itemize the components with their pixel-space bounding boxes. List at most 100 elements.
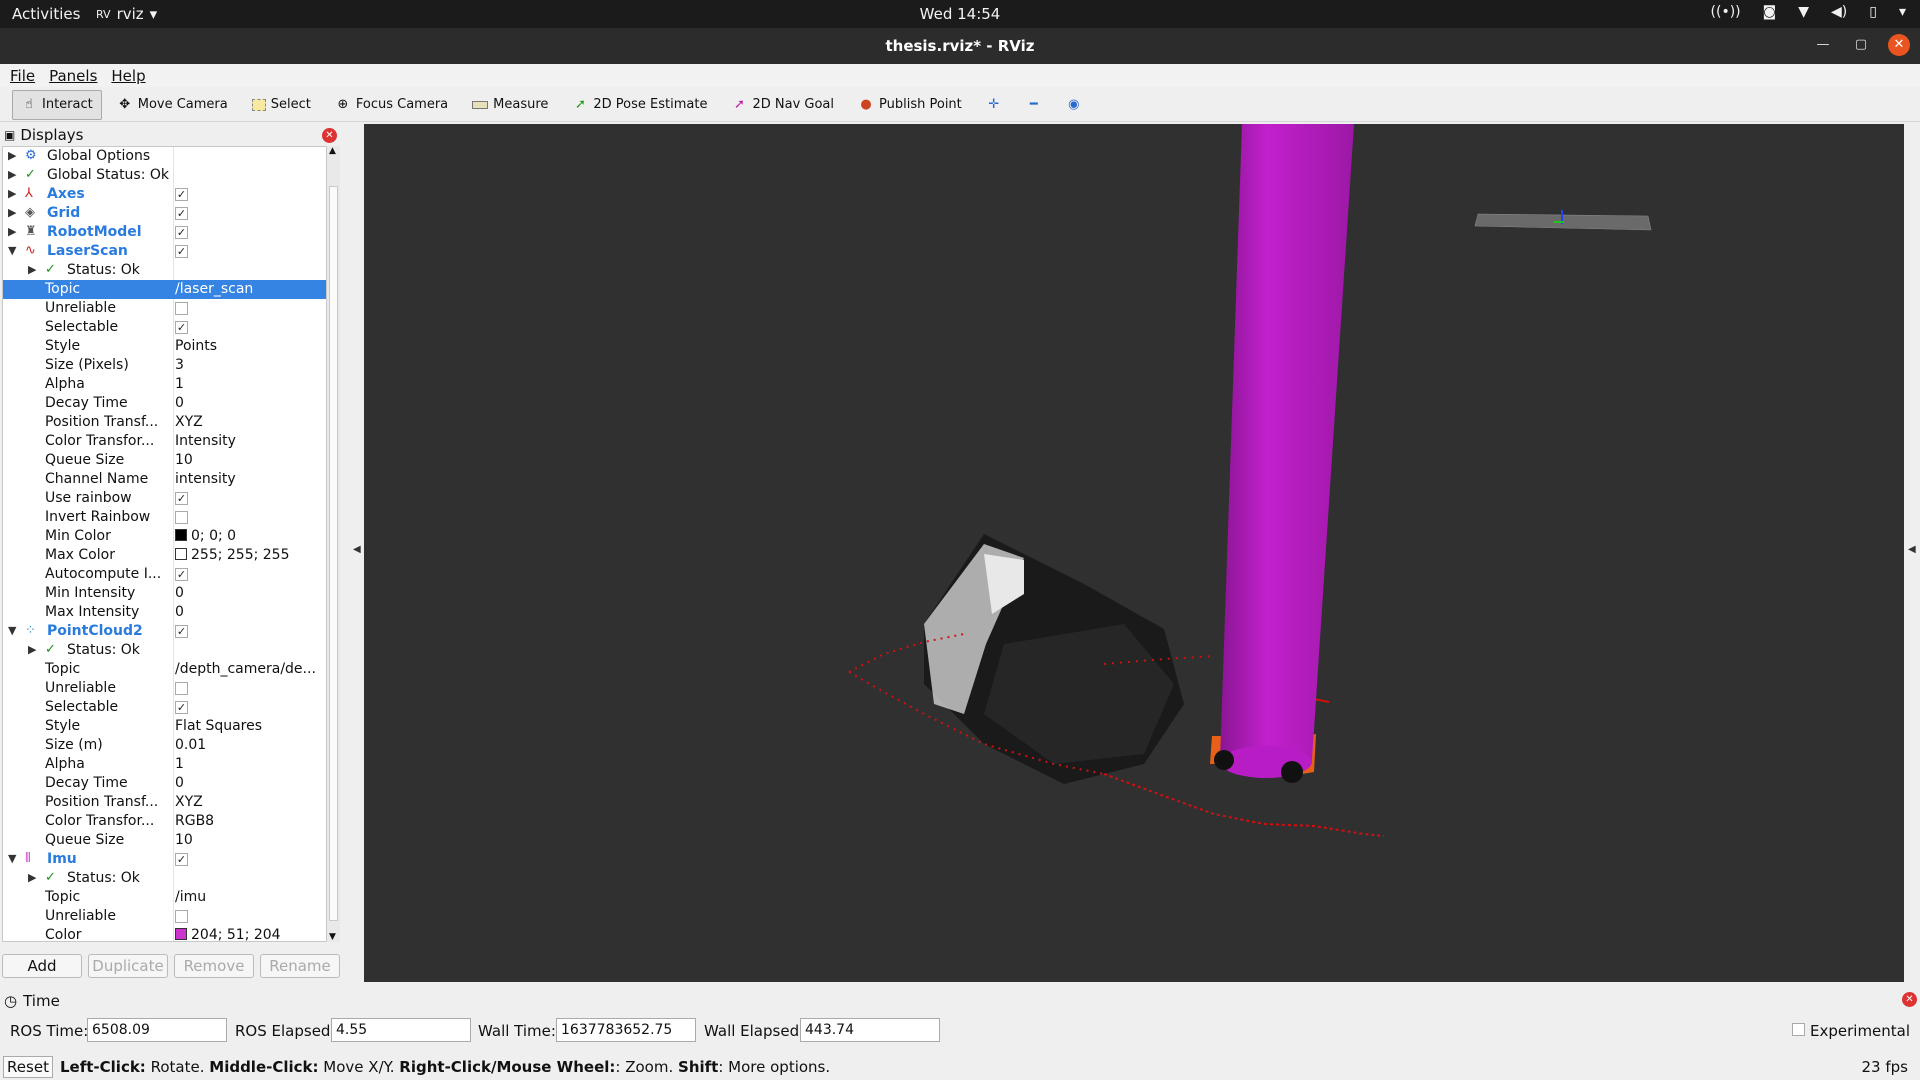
tree-point_cloud-status[interactable]: ▶ ✓ Status: Ok (3, 641, 326, 660)
rename-button[interactable]: Rename (260, 954, 340, 978)
tree-prop[interactable]: Style Flat Squares (3, 717, 326, 736)
tree-prop[interactable]: Max Color 255; 255; 255 (3, 546, 326, 565)
enabled-checkbox[interactable]: ✓ (175, 625, 188, 638)
tree-prop[interactable]: Autocompute I... ✓ (3, 565, 326, 584)
tree-prop[interactable]: Unreliable (3, 679, 326, 698)
close-icon[interactable]: ✕ (1888, 34, 1910, 56)
discord-icon[interactable]: ◙ (1763, 4, 1777, 20)
row-value[interactable]: 0 (175, 585, 184, 601)
displays-scrollbar[interactable]: ▲ ▼ (327, 146, 340, 942)
tree-prop[interactable]: Size (Pixels) 3 (3, 356, 326, 375)
collapsed-arrow-icon[interactable]: ▶ (28, 643, 36, 656)
tree-laser_scan-status[interactable]: ▶ ✓ Status: Ok (3, 261, 326, 280)
left-splitter[interactable]: ◀ (343, 124, 363, 982)
menu-help[interactable]: Help (111, 67, 145, 85)
row-value[interactable]: /imu (175, 889, 206, 905)
tree-prop[interactable]: Min Color 0; 0; 0 (3, 527, 326, 546)
tree-prop[interactable]: Color 204; 51; 204 (3, 926, 326, 941)
enabled-checkbox[interactable]: ✓ (175, 226, 188, 239)
pose-estimate-tool[interactable]: ➚ 2D Pose Estimate (563, 90, 716, 120)
row-value[interactable]: 0; 0; 0 (175, 528, 236, 544)
expanded-arrow-icon[interactable]: ▼ (8, 624, 16, 637)
row-value[interactable]: 0 (175, 775, 184, 791)
tree-prop[interactable]: Min Intensity 0 (3, 584, 326, 603)
tree-prop[interactable]: Channel Name intensity (3, 470, 326, 489)
row-value[interactable]: 204; 51; 204 (175, 927, 281, 941)
tree-prop[interactable]: Style Points (3, 337, 326, 356)
minimize-icon[interactable]: — (1812, 34, 1834, 56)
enabled-checkbox[interactable]: ✓ (175, 188, 188, 201)
displays-tree[interactable]: ▶ ⚙ Global Options ▶ ✓ Global Status: Ok ▶ ⅄ Axe… (2, 146, 327, 942)
row-value[interactable]: 0 (175, 604, 184, 620)
tree-global-status[interactable]: ▶ ✓ Global Status: Ok (3, 166, 326, 185)
interact-tool[interactable]: ☝ Interact (12, 89, 102, 120)
battery-icon[interactable]: ▯ (1869, 4, 1877, 20)
measure-tool[interactable]: Measure (463, 90, 557, 120)
row-value[interactable]: /depth_camera/de... (175, 661, 316, 677)
collapsed-arrow-icon[interactable]: ▶ (8, 225, 16, 238)
enabled-checkbox[interactable]: ✓ (175, 245, 188, 258)
remove-button[interactable]: Remove (174, 954, 254, 978)
clock[interactable]: Wed 14:54 (0, 5, 1920, 23)
tree-robot-model[interactable]: ▶ ♜ RobotModel ✓ (3, 223, 326, 242)
row-value[interactable]: XYZ (175, 794, 203, 810)
collapsed-arrow-icon[interactable]: ▶ (8, 206, 16, 219)
value-checkbox[interactable] (175, 511, 188, 524)
ros-elapsed-field[interactable]: 4.55 (331, 1018, 471, 1042)
add-tool-button[interactable]: ✛ (977, 90, 1011, 120)
scroll-thumb[interactable] (329, 186, 338, 921)
add-button[interactable]: Add (2, 954, 82, 978)
tree-prop[interactable]: Decay Time 0 (3, 394, 326, 413)
tree-prop[interactable]: Max Intensity 0 (3, 603, 326, 622)
system-tray[interactable]: ((•)) ◙ ▼ ◀) ▯ ▾ (1711, 4, 1906, 20)
tree-prop[interactable]: Queue Size 10 (3, 451, 326, 470)
tree-prop[interactable]: Position Transf... XYZ (3, 413, 326, 432)
row-value[interactable]: RGB8 (175, 813, 214, 829)
row-value[interactable]: 3 (175, 357, 184, 373)
enabled-checkbox[interactable]: ✓ (175, 207, 188, 220)
wall-time-field[interactable]: 1637783652.75 (556, 1018, 696, 1042)
collapsed-arrow-icon[interactable]: ▶ (28, 263, 36, 276)
tree-prop[interactable]: Alpha 1 (3, 375, 326, 394)
row-value[interactable]: 1 (175, 756, 184, 772)
experimental-checkbox[interactable] (1792, 1023, 1805, 1036)
expanded-arrow-icon[interactable]: ▼ (8, 852, 16, 865)
duplicate-button[interactable]: Duplicate (88, 954, 168, 978)
row-value[interactable]: 0 (175, 395, 184, 411)
row-value[interactable]: /laser_scan (175, 281, 253, 297)
focus-camera-tool[interactable]: ⊕ Focus Camera (326, 90, 457, 120)
tree-grid[interactable]: ▶ ◈ Grid ✓ (3, 204, 326, 223)
tree-prop[interactable]: Topic/imu (3, 888, 326, 907)
tree-prop[interactable]: Queue Size 10 (3, 831, 326, 850)
value-checkbox[interactable]: ✓ (175, 568, 188, 581)
row-value[interactable]: Intensity (175, 433, 236, 449)
tree-prop[interactable]: Color Transfor... Intensity (3, 432, 326, 451)
tree-prop[interactable]: Size (m) 0.01 (3, 736, 326, 755)
close-panel-icon[interactable]: ✕ (322, 128, 337, 143)
nav-goal-tool[interactable]: ➚ 2D Nav Goal (722, 90, 843, 120)
tree-prop[interactable]: Topic/laser_scan (3, 280, 326, 299)
scroll-down-icon[interactable]: ▼ (329, 932, 336, 942)
tree-global-options[interactable]: ▶ ⚙ Global Options (3, 147, 326, 166)
row-value[interactable]: 10 (175, 832, 193, 848)
row-value[interactable]: 255; 255; 255 (175, 547, 290, 563)
tree-prop[interactable]: Unreliable (3, 299, 326, 318)
enabled-checkbox[interactable]: ✓ (175, 853, 188, 866)
tree-prop[interactable]: Use rainbow ✓ (3, 489, 326, 508)
power-menu-icon[interactable]: ▾ (1899, 4, 1906, 20)
wifi-icon[interactable]: ▼ (1798, 4, 1809, 20)
hotspot-icon[interactable]: ((•)) (1711, 4, 1741, 20)
row-value[interactable]: Points (175, 338, 217, 354)
right-splitter[interactable]: ◀ (1906, 124, 1920, 982)
row-value[interactable]: intensity (175, 471, 236, 487)
render-viewport[interactable] (364, 124, 1904, 982)
row-value[interactable]: 1 (175, 376, 184, 392)
tree-imu-status[interactable]: ▶ ✓ Status: Ok (3, 869, 326, 888)
tool-properties-button[interactable]: ◉ (1057, 90, 1091, 120)
tree-imu[interactable]: ▼ ⦀ Imu ✓ (3, 850, 326, 869)
tree-prop[interactable]: Topic/depth_camera/de... (3, 660, 326, 679)
reset-button[interactable]: Reset (3, 1056, 53, 1078)
tree-prop[interactable]: Unreliable (3, 907, 326, 926)
tree-prop[interactable]: Invert Rainbow (3, 508, 326, 527)
tree-prop[interactable]: Position Transf... XYZ (3, 793, 326, 812)
